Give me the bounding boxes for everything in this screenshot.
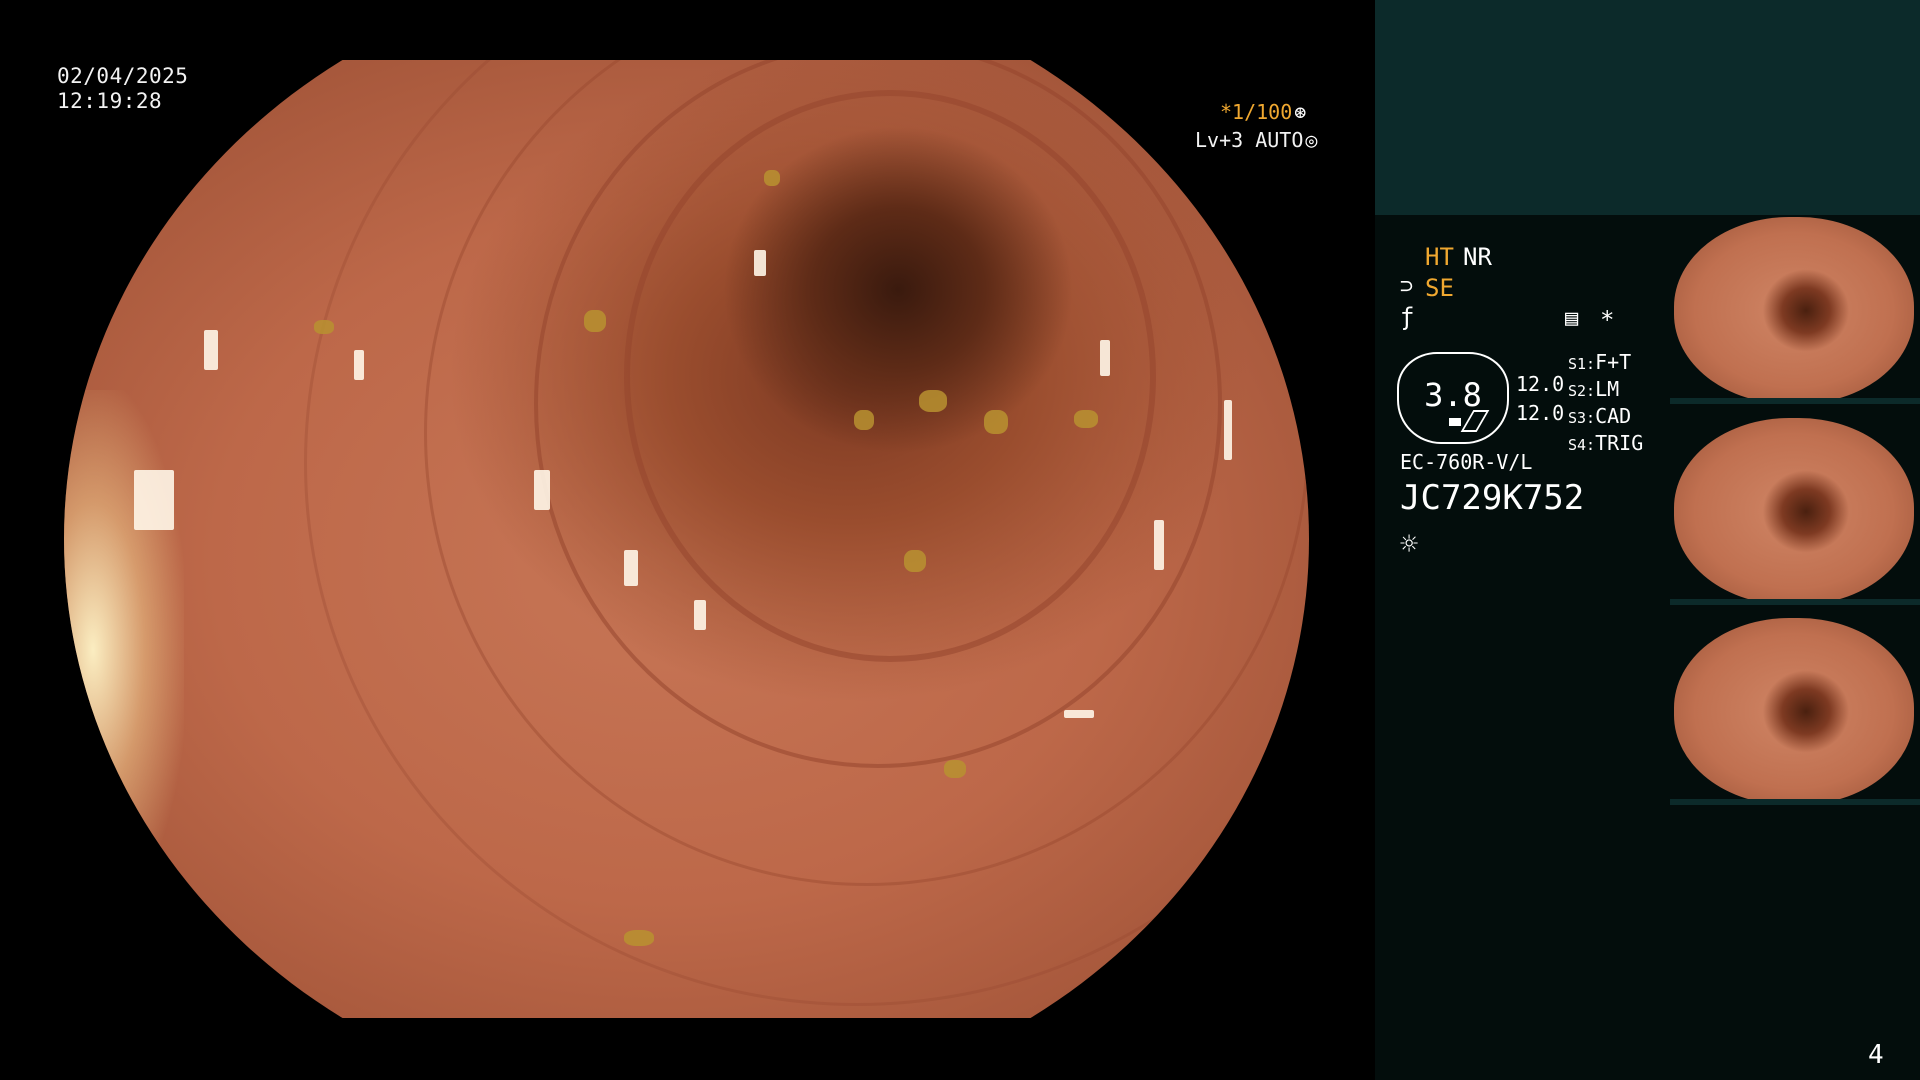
level-indicator: Lv+3 AUTO ◎ bbox=[1195, 128, 1317, 152]
switch-list: S1:F+T S2:LM S3:CAD S4:TRIG bbox=[1568, 350, 1643, 458]
reading-2: 12.0 bbox=[1516, 401, 1565, 425]
thumbnail-image bbox=[1674, 217, 1914, 404]
specular-highlight bbox=[1100, 340, 1110, 376]
thumbnail-1[interactable] bbox=[1670, 217, 1920, 404]
magnification-value: 3.8 bbox=[1424, 376, 1482, 414]
function-icon: ƒ bbox=[1400, 303, 1415, 331]
readings: 12.0 12.0 bbox=[1516, 370, 1564, 428]
switch-value: LM bbox=[1595, 377, 1620, 401]
thumbnail-3[interactable] bbox=[1670, 618, 1920, 805]
iris-icon: ◎ bbox=[1305, 128, 1318, 152]
switch-value: CAD bbox=[1595, 404, 1632, 428]
mode-ht: HT bbox=[1425, 243, 1454, 271]
endoscopy-view bbox=[64, 60, 1309, 1018]
thumbnail-bar bbox=[1670, 599, 1920, 605]
specular-highlight bbox=[624, 550, 638, 586]
switch-value: F+T bbox=[1595, 350, 1632, 374]
light-glare bbox=[64, 390, 184, 910]
scope-model: EC-760R-V/L bbox=[1400, 450, 1533, 474]
switch-label: S4: bbox=[1568, 436, 1596, 454]
switch-label: S1: bbox=[1568, 355, 1596, 373]
specular-highlight bbox=[134, 470, 174, 530]
specular-highlight bbox=[534, 470, 550, 510]
specular-highlight bbox=[354, 350, 364, 380]
panel-header bbox=[1375, 0, 1920, 215]
document-icon: ▤ bbox=[1565, 306, 1579, 331]
debris bbox=[919, 390, 947, 412]
light-icon: ☼ bbox=[1400, 527, 1419, 562]
aperture-icon: ⊛ bbox=[1294, 100, 1307, 124]
magnification-badge: 3.8 bbox=[1397, 352, 1509, 444]
debris bbox=[764, 170, 780, 186]
page-number: 4 bbox=[1868, 1040, 1884, 1070]
specular-highlight bbox=[694, 600, 706, 630]
level-label: Lv+3 AUTO bbox=[1195, 128, 1304, 152]
thumbnail-bar bbox=[1670, 799, 1920, 805]
reading-1: 12.0 bbox=[1516, 372, 1565, 396]
scope-serial: JC729K752 bbox=[1400, 478, 1585, 518]
switch-item-3: S3:CAD bbox=[1568, 404, 1643, 431]
mode-se: SE bbox=[1425, 274, 1454, 302]
date-label: 02/04/2025 bbox=[57, 64, 189, 88]
debris bbox=[944, 760, 966, 778]
debris bbox=[624, 930, 654, 946]
debris bbox=[854, 410, 874, 430]
specular-highlight bbox=[204, 330, 218, 370]
switch-label: S2: bbox=[1568, 382, 1596, 400]
specular-highlight bbox=[1154, 520, 1164, 570]
debris bbox=[904, 550, 926, 572]
structure-enhance-icon: ⊃ bbox=[1400, 274, 1414, 299]
debris bbox=[1074, 410, 1098, 428]
zoom-bar-icon bbox=[1449, 418, 1461, 426]
star-icon: * bbox=[1600, 306, 1615, 334]
thumbnail-image bbox=[1674, 418, 1914, 605]
mode-nr: NR bbox=[1463, 243, 1492, 271]
specular-highlight bbox=[754, 250, 766, 276]
switch-item-4: S4:TRIG bbox=[1568, 431, 1643, 458]
switch-item-1: S1:F+T bbox=[1568, 350, 1643, 377]
shutter-indicator: *1/100 ⊛ bbox=[1220, 100, 1306, 124]
thumbnail-image bbox=[1674, 618, 1914, 805]
debris bbox=[314, 320, 334, 334]
debris bbox=[984, 410, 1008, 434]
thumbnail-bar bbox=[1670, 398, 1920, 404]
switch-value: TRIG bbox=[1595, 431, 1644, 455]
thumbnail-2[interactable] bbox=[1670, 418, 1920, 605]
switch-label: S3: bbox=[1568, 409, 1596, 427]
switch-item-2: S2:LM bbox=[1568, 377, 1643, 404]
time-label: 12:19:28 bbox=[57, 89, 163, 113]
datetime: 02/04/2025 12:19:28 bbox=[57, 64, 188, 114]
specular-highlight bbox=[1224, 400, 1232, 460]
shutter-label: *1/100 bbox=[1220, 100, 1293, 124]
debris bbox=[584, 310, 606, 332]
specular-highlight bbox=[1064, 710, 1094, 718]
